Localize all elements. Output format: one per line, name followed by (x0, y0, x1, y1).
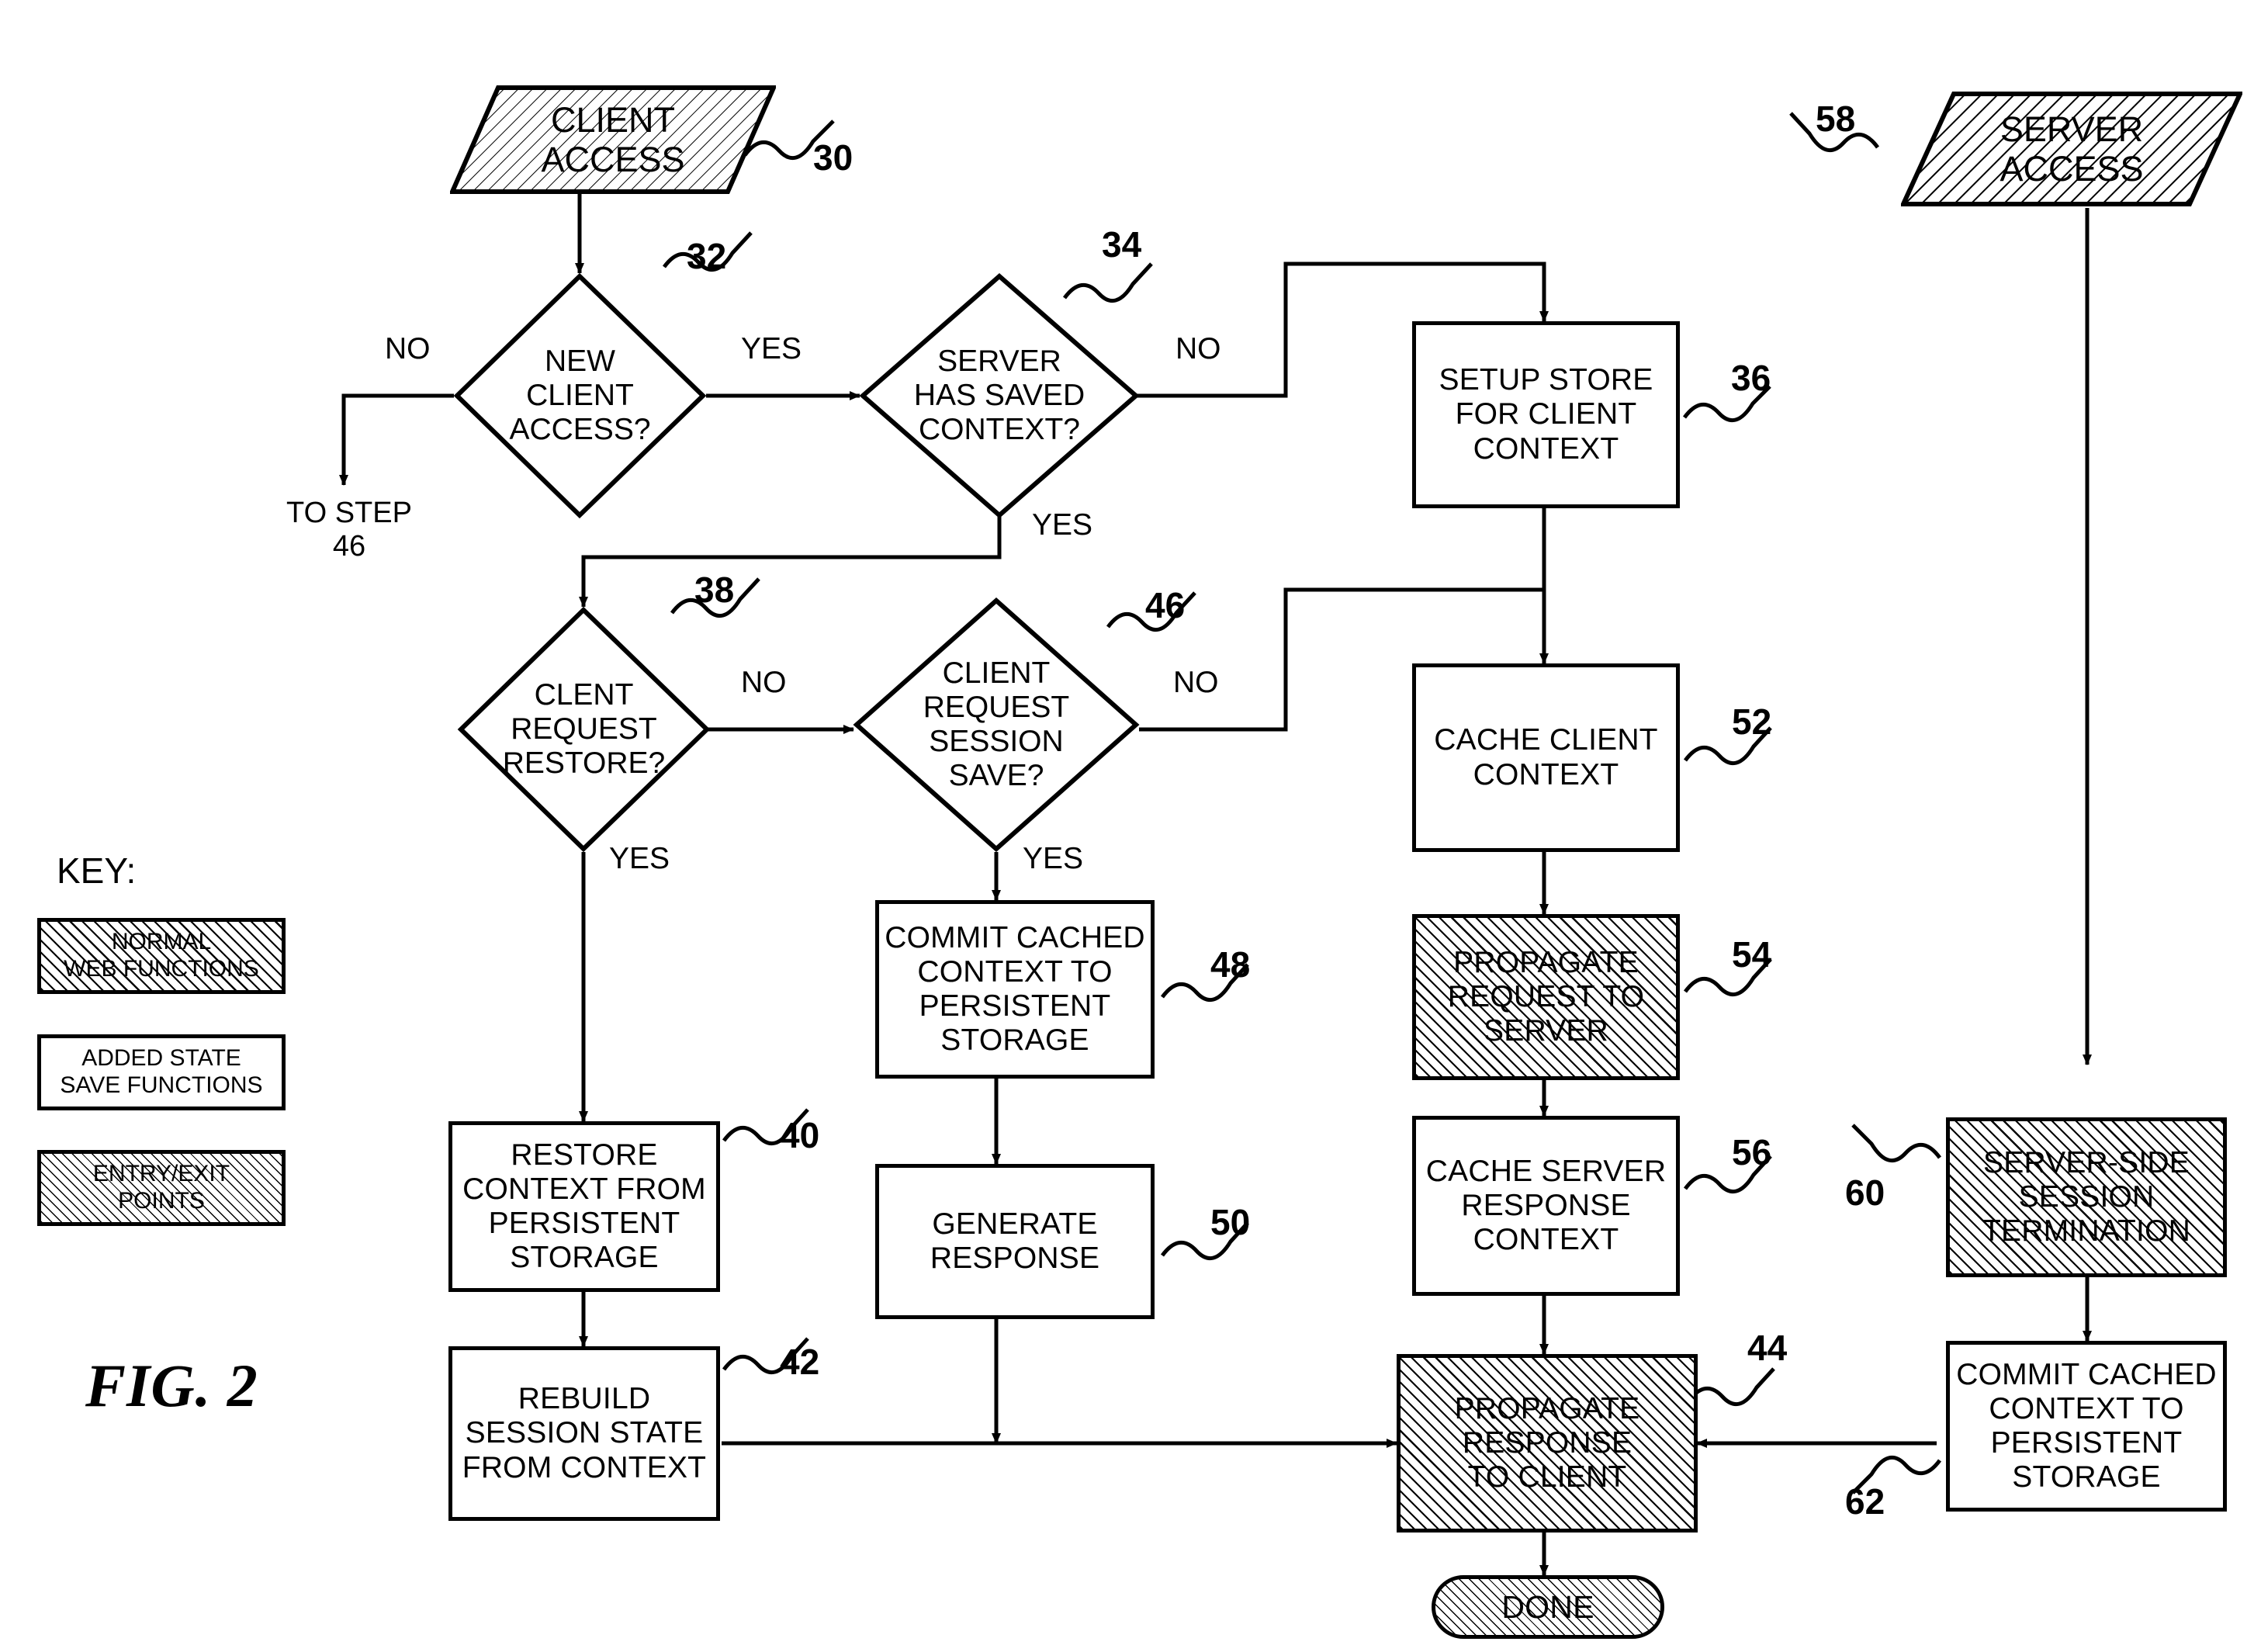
ref-44: 44 (1747, 1328, 1788, 1368)
node-commit-cached-mid[interactable]: COMMIT CACHED CONTEXT TO PERSISTENT STOR… (875, 900, 1155, 1079)
node-propagate-response-label: PROPAGATE RESPONSE TO CLIENT (1454, 1391, 1640, 1494)
key-item-normal-web-functions: NORMAL WEB FUNCTIONS (37, 918, 286, 994)
node-new-client-access-label: NEW CLIENT ACCESS? (509, 344, 651, 447)
ref-60: 60 (1845, 1172, 1885, 1213)
node-client-access-label: CLIENT ACCESS (541, 99, 685, 179)
edge-label-restore-yes: YES (609, 842, 670, 875)
key-item-added-state-save-functions: ADDED STATE SAVE FUNCTIONS (37, 1034, 286, 1110)
node-propagate-request[interactable]: PROPAGATE REQUEST TO SERVER (1412, 914, 1680, 1080)
node-server-side-termination[interactable]: SERVER-SIDE SESSION TERMINATION (1946, 1117, 2227, 1277)
figure-label: FIG. 2 (85, 1352, 258, 1419)
node-restore-context-label: RESTORE CONTEXT FROM PERSISTENT STORAGE (462, 1138, 706, 1275)
ref-36: 36 (1731, 358, 1771, 398)
key-item-normal-web-functions-label: NORMAL WEB FUNCTIONS (64, 929, 259, 982)
node-server-side-termination-label: SERVER-SIDE SESSION TERMINATION (1982, 1145, 2190, 1249)
node-new-client-access[interactable]: NEW CLIENT ACCESS? (453, 272, 707, 519)
node-setup-store[interactable]: SETUP STORE FOR CLIENT CONTEXT (1412, 321, 1680, 508)
node-generate-response-label: GENERATE RESPONSE (930, 1207, 1100, 1275)
node-generate-response[interactable]: GENERATE RESPONSE (875, 1164, 1155, 1319)
ref-38: 38 (694, 570, 735, 610)
node-server-has-saved-context-label: SERVER HAS SAVED CONTEXT? (913, 344, 1085, 447)
node-cache-client-context-label: CACHE CLIENT CONTEXT (1434, 723, 1658, 791)
edge-label-save-yes: YES (1023, 842, 1084, 875)
ref-46: 46 (1145, 585, 1186, 625)
node-commit-cached-mid-label: COMMIT CACHED CONTEXT TO PERSISTENT STOR… (885, 920, 1145, 1058)
node-rebuild-session-state[interactable]: REBUILD SESSION STATE FROM CONTEXT (448, 1346, 720, 1521)
ref-50: 50 (1210, 1202, 1251, 1242)
ref-42: 42 (780, 1342, 820, 1382)
ref-58: 58 (1816, 99, 1856, 139)
node-propagate-request-label: PROPAGATE REQUEST TO SERVER (1447, 945, 1645, 1048)
node-rebuild-session-state-label: REBUILD SESSION STATE FROM CONTEXT (462, 1382, 707, 1484)
ref-30: 30 (813, 137, 853, 178)
ref-56: 56 (1732, 1132, 1772, 1172)
ref-34: 34 (1102, 224, 1142, 265)
node-server-access-label: SERVER ACCESS (2000, 109, 2144, 189)
node-cache-server-response-label: CACHE SERVER RESPONSE CONTEXT (1425, 1154, 1667, 1257)
node-cache-server-response[interactable]: CACHE SERVER RESPONSE CONTEXT (1412, 1116, 1680, 1296)
node-restore-context[interactable]: RESTORE CONTEXT FROM PERSISTENT STORAGE (448, 1121, 720, 1292)
ref-32: 32 (687, 236, 727, 276)
ref-40: 40 (780, 1115, 820, 1155)
node-commit-cached-right-label: COMMIT CACHED CONTEXT TO PERSISTENT STOR… (1956, 1357, 2217, 1494)
node-setup-store-label: SETUP STORE FOR CLIENT CONTEXT (1439, 363, 1653, 466)
node-client-access[interactable]: CLIENT ACCESS (448, 85, 777, 194)
figure-canvas: CLIENT ACCESS 30 SERVER ACCESS 58 NEW CL… (0, 0, 2254, 1652)
key-item-entry-exit-points: ENTRY/EXIT POINTS (37, 1150, 286, 1226)
edge-label-restore-no: NO (741, 666, 787, 699)
node-server-has-saved-context[interactable]: SERVER HAS SAVED CONTEXT? (859, 273, 1140, 518)
key-item-entry-exit-points-label: ENTRY/EXIT POINTS (92, 1161, 230, 1214)
ref-48: 48 (1210, 944, 1251, 985)
ref-54: 54 (1732, 934, 1772, 975)
edge-label-new-client-no: NO (385, 332, 431, 365)
node-client-request-session-save-label: CLIENT REQUEST SESSION SAVE? (923, 656, 1070, 793)
key-title: KEY: (57, 850, 137, 891)
edge-label-server-ctx-yes: YES (1032, 508, 1093, 542)
node-client-request-restore-label: CLENT REQUEST RESTORE? (502, 677, 666, 781)
node-cache-client-context[interactable]: CACHE CLIENT CONTEXT (1412, 663, 1680, 852)
node-propagate-response[interactable]: PROPAGATE RESPONSE TO CLIENT (1397, 1354, 1698, 1533)
node-done-label: DONE (1501, 1588, 1594, 1625)
edge-label-save-no: NO (1173, 666, 1219, 699)
node-commit-cached-right[interactable]: COMMIT CACHED CONTEXT TO PERSISTENT STOR… (1946, 1341, 2227, 1512)
ref-62: 62 (1845, 1481, 1885, 1522)
edge-label-new-client-yes: YES (741, 332, 802, 365)
offpage-to-step-46: TO STEP 46 (286, 497, 412, 563)
edge-label-server-ctx-no: NO (1175, 332, 1221, 365)
node-done[interactable]: DONE (1432, 1575, 1664, 1639)
key-item-added-state-save-functions-label: ADDED STATE SAVE FUNCTIONS (60, 1045, 263, 1098)
ref-52: 52 (1732, 701, 1772, 742)
node-client-request-session-save[interactable]: CLIENT REQUEST SESSION SAVE? (853, 597, 1140, 853)
node-server-access[interactable]: SERVER ACCESS (1899, 92, 2244, 206)
node-client-request-restore[interactable]: CLENT REQUEST RESTORE? (457, 606, 711, 853)
